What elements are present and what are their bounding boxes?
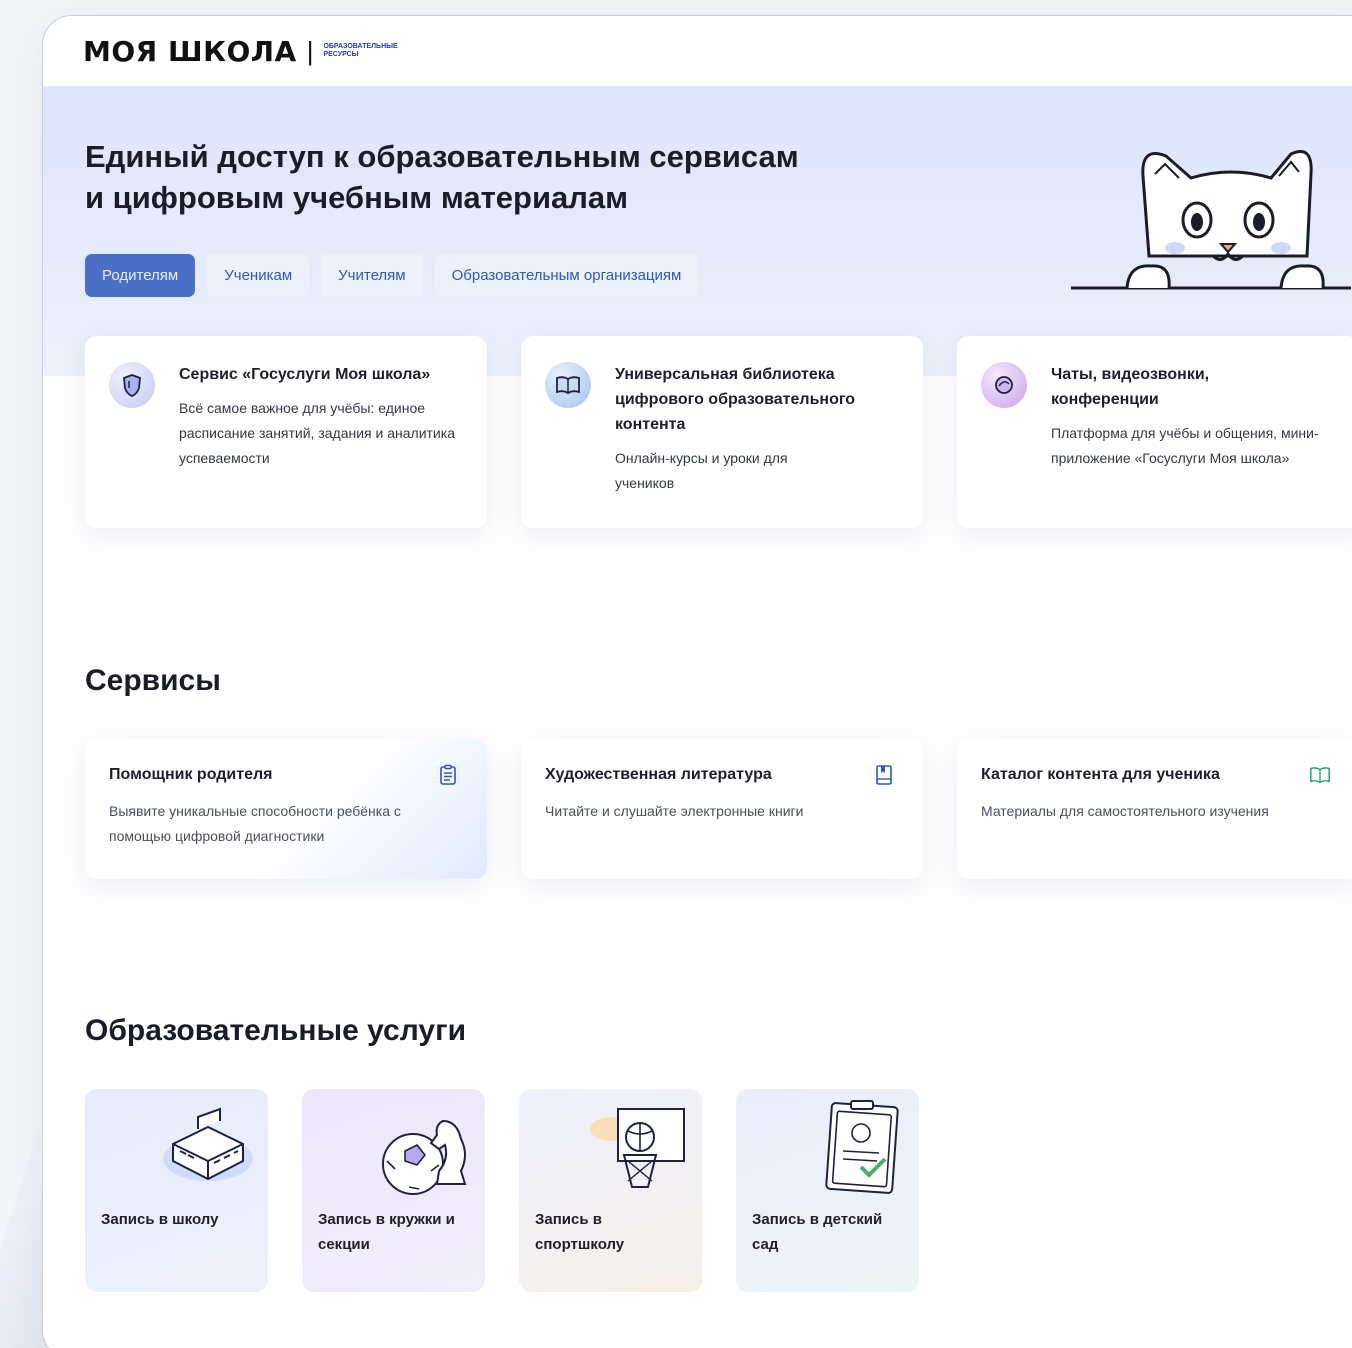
edu-card-clubs[interactable]: Запись в кружки и секции — [302, 1089, 485, 1292]
chat-icon — [981, 362, 1027, 408]
edu-label: Запись в детский сад — [752, 1211, 883, 1253]
edu-card-sport-school[interactable]: Запись в спортшколу — [519, 1089, 702, 1292]
logo-subtitle: ОБРАЗОВАТЕЛЬНЫЕ РЕСУРСЫ — [323, 43, 398, 58]
edu-label: Запись в школу — [101, 1211, 219, 1228]
tab-organizations[interactable]: Образовательным организациям — [434, 254, 699, 297]
feature-title: Чаты, видеозвонки, конференции — [1051, 366, 1210, 408]
service-desc: Выявите уникальные способности ребёнка с… — [109, 803, 401, 844]
edu-card-kindergarten[interactable]: Запись в детский сад — [736, 1089, 919, 1292]
tab-teachers[interactable]: Учителям — [321, 254, 423, 297]
feature-desc: Платформа для учёбы и общения, мини-прил… — [1051, 425, 1319, 466]
hero-title: Единый доступ к образовательным сервисам… — [85, 136, 845, 218]
feature-card-gosuslugi[interactable]: Сервис «Госуслуги Моя школа» Всё самое в… — [85, 336, 487, 528]
feature-desc: Онлайн-курсы и уроки для учеников — [615, 450, 788, 491]
service-card-content-catalog[interactable]: Каталог контента для ученика Материалы д… — [957, 739, 1352, 879]
open-book-icon — [1310, 767, 1330, 784]
logo[interactable]: МОЯ ШКОЛА — [83, 35, 297, 68]
school-building-icon — [163, 1107, 253, 1181]
tab-parents[interactable]: Родителям — [85, 254, 196, 297]
feature-title: Универсальная библиотека цифрового образ… — [615, 366, 856, 433]
edu-label: Запись в кружки и секции — [318, 1211, 455, 1253]
feature-desc: Всё самое важное для учёбы: единое распи… — [179, 400, 455, 466]
service-title: Помощник родителя — [109, 766, 273, 783]
service-title: Каталог контента для ученика — [981, 766, 1220, 783]
feature-title: Сервис «Госуслуги Моя школа» — [179, 366, 431, 383]
clipboard-check-icon — [825, 1100, 899, 1194]
edu-card-school[interactable]: Запись в школу — [85, 1089, 268, 1292]
service-title: Художественная литература — [545, 766, 772, 783]
services-heading: Сервисы — [85, 664, 221, 697]
edu-label: Запись в спортшколу — [535, 1211, 625, 1253]
services-list: Помощник родителя Выявите уникальные спо… — [85, 739, 1352, 879]
service-card-parent-helper[interactable]: Помощник родителя Выявите уникальные спо… — [85, 739, 487, 879]
header: МОЯ ШКОЛА | ОБРАЗОВАТЕЛЬНЫЕ РЕСУРСЫ — [43, 16, 1352, 86]
hero-title-line2: и цифровым учебным материалам — [85, 180, 629, 215]
hero-section: Единый доступ к образовательным сервисам… — [43, 86, 1352, 376]
ball-chess-icon — [382, 1119, 467, 1195]
edu-services-heading: Образовательные услуги — [85, 1014, 467, 1047]
book-icon — [876, 765, 892, 785]
edu-services-list: Запись в школу Запись в кружки и секции … — [85, 1089, 919, 1292]
service-desc: Материалы для самостоятельного изучения — [981, 803, 1269, 819]
cat-mascot-illustration — [1071, 150, 1351, 290]
basketball-hoop-icon — [590, 1108, 685, 1188]
feature-card-library[interactable]: Универсальная библиотека цифрового образ… — [521, 336, 923, 528]
service-card-fiction[interactable]: Художественная литература Читайте и слуш… — [521, 739, 923, 879]
service-desc: Читайте и слушайте электронные книги — [545, 803, 804, 819]
feature-cards: Сервис «Госуслуги Моя школа» Всё самое в… — [85, 336, 1352, 528]
clipboard-icon — [440, 764, 456, 785]
book-icon — [545, 362, 591, 408]
app-window: МОЯ ШКОЛА | ОБРАЗОВАТЕЛЬНЫЕ РЕСУРСЫ Един… — [42, 15, 1352, 1348]
hero-title-line1: Единый доступ к образовательным сервисам — [85, 139, 799, 174]
shield-icon — [109, 362, 155, 408]
logo-separator: | — [306, 35, 314, 66]
tab-students[interactable]: Ученикам — [207, 254, 310, 297]
feature-card-chats[interactable]: Чаты, видеозвонки, конференции Платформа… — [957, 336, 1352, 528]
